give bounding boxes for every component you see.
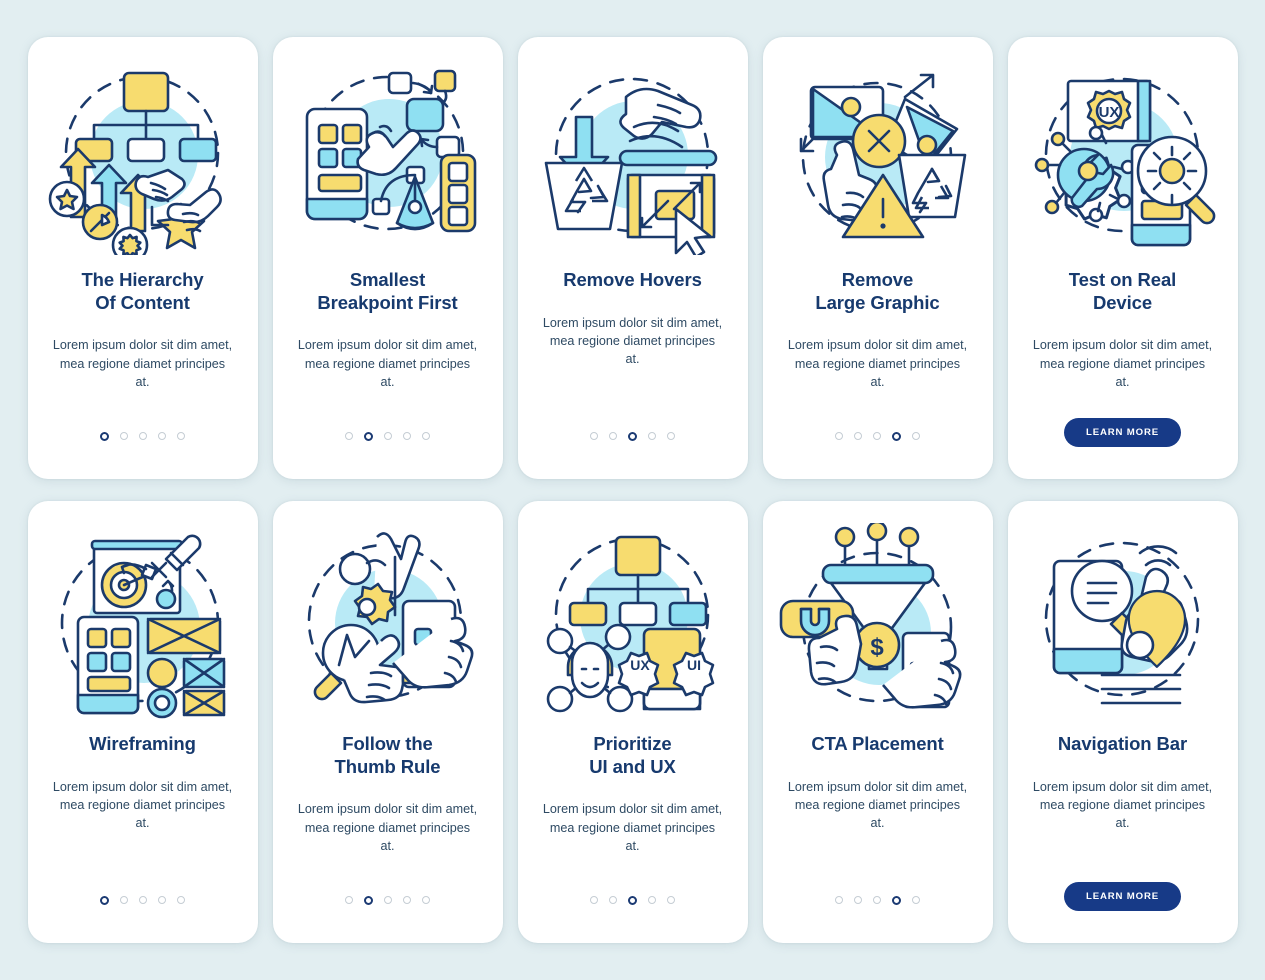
pagination-dot-active[interactable] [628,431,637,441]
pagination-dot[interactable] [609,896,617,904]
breakpoint-phone-pen-tool-icon [284,59,492,255]
funnel-magnet-dollar-phone-icon: $ [774,523,982,719]
card-title: The Hierarchy Of Content [81,269,204,313]
pagination-dot[interactable] [667,896,675,904]
pagination-dot[interactable] [873,432,881,440]
pagination-dot[interactable] [345,896,353,904]
ux-gear-magnifier-device-icon: UX [1019,59,1227,255]
onboarding-card-navigation-bar: Navigation Bar Lorem ipsum dolor sit dim… [1007,501,1238,943]
pagination-dot-active[interactable] [100,431,109,441]
svg-text:UX: UX [630,657,650,673]
pagination-dot-active[interactable] [100,895,109,905]
card-body-text: Lorem ipsum dolor sit dim amet, mea regi… [787,779,968,831]
card-body-text: Lorem ipsum dolor sit dim amet, mea regi… [52,338,233,389]
onboarding-card-cta-placement: $ CTA Placement Lorem ipsum dolor sit di… [762,501,993,943]
onboarding-card-prioritize-ui-and-ux: UX UI Prioritize UI and UX Lorem ipsum d… [517,501,748,943]
pagination-dot[interactable] [854,896,862,904]
pagination-dot[interactable] [384,896,392,904]
pagination-dot[interactable] [177,896,185,904]
pagination-dot-active[interactable] [892,431,901,441]
pagination-dot[interactable] [158,432,166,440]
hand-trash-cursor-icon [529,59,737,255]
onboarding-card-remove-hovers: Remove Hovers Lorem ipsum dolor sit dim … [517,37,748,479]
card-title: Follow the Thumb Rule [334,733,441,777]
onboarding-card-wireframing: Wireframing Lorem ipsum dolor sit dim am… [27,501,258,943]
card-title: Remove Hovers [563,269,702,290]
pagination-dot[interactable] [139,432,147,440]
pagination-dot[interactable] [422,896,430,904]
card-body-text: Lorem ipsum dolor sit dim amet, mea regi… [787,338,968,389]
pagination-dot[interactable] [403,896,411,904]
pagination-dot[interactable] [139,896,147,904]
svg-text:UX: UX [1099,104,1120,121]
pagination-dot[interactable] [609,432,617,440]
card-title: Smallest Breakpoint First [317,269,458,313]
onboarding-card-hierarchy-of-content: The Hierarchy Of Content Lorem ipsum dol… [27,37,258,479]
card-title: Wireframing [89,733,196,754]
pagination-dot[interactable] [912,432,920,440]
onboarding-screens-grid: The Hierarchy Of Content Lorem ipsum dol… [0,0,1265,980]
pagination-dot[interactable] [590,432,598,440]
phone-search-pointer-pin-icon [1019,523,1227,719]
pagination-dot[interactable] [912,896,920,904]
svg-text:UI: UI [687,657,701,673]
card-body-text: Lorem ipsum dolor sit dim amet, mea regi… [297,338,478,389]
pagination-dots[interactable] [590,889,675,911]
card-body-text: Lorem ipsum dolor sit dim amet, mea regi… [1032,338,1213,389]
pagination-dots[interactable] [345,425,430,447]
pagination-dot[interactable] [384,432,392,440]
pagination-dots[interactable] [100,425,185,447]
pagination-dot[interactable] [120,432,128,440]
pagination-dot[interactable] [590,896,598,904]
card-title: Test on Real Device [1068,269,1177,313]
pagination-dot[interactable] [835,432,843,440]
pagination-dot-active[interactable] [628,895,637,905]
card-title: Remove Large Graphic [815,269,940,313]
learn-more-button[interactable]: LEARN MORE [1064,418,1181,447]
images-delete-warning-icon [774,59,982,255]
onboarding-card-remove-large-graphic: Remove Large Graphic Lorem ipsum dolor s… [762,37,993,479]
pagination-dots[interactable] [835,425,920,447]
pagination-dot[interactable] [158,896,166,904]
card-title: CTA Placement [811,733,944,754]
pagination-dot[interactable] [177,432,185,440]
pagination-dot-active[interactable] [892,895,901,905]
card-title: Prioritize UI and UX [589,733,676,777]
pagination-dot-active[interactable] [364,431,373,441]
onboarding-card-follow-the-thumb-rule: Follow the Thumb Rule Lorem ipsum dolor … [272,501,503,943]
card-body-text: Lorem ipsum dolor sit dim amet, mea regi… [542,802,723,853]
pagination-dot[interactable] [873,896,881,904]
learn-more-button[interactable]: LEARN MORE [1064,882,1181,911]
pagination-dots[interactable] [345,889,430,911]
pagination-dots[interactable] [100,889,185,911]
pagination-dots[interactable] [835,889,920,911]
pagination-dot[interactable] [345,432,353,440]
pagination-dot[interactable] [667,432,675,440]
svg-text:$: $ [870,634,884,661]
pagination-dot[interactable] [120,896,128,904]
card-body-text: Lorem ipsum dolor sit dim amet, mea regi… [1032,779,1213,831]
pagination-dot-active[interactable] [364,895,373,905]
card-body-text: Lorem ipsum dolor sit dim amet, mea regi… [52,779,233,831]
onboarding-card-test-on-real-device: UX Test on Real Device Lorem ipsum dolor… [1007,37,1238,479]
card-body-text: Lorem ipsum dolor sit dim amet, mea regi… [297,802,478,853]
pagination-dot[interactable] [422,432,430,440]
user-network-ux-ui-gears-icon: UX UI [529,523,737,719]
pagination-dot[interactable] [648,896,656,904]
pagination-dot[interactable] [403,432,411,440]
pagination-dot[interactable] [854,432,862,440]
thumb-phone-gear-magnifier-icon [284,523,492,719]
pagination-dot[interactable] [648,432,656,440]
card-title: Navigation Bar [1057,733,1188,754]
content-hierarchy-tree-arrows-icon [39,59,247,255]
pagination-dots[interactable] [590,425,675,447]
wireframe-blocks-pencil-icon [39,523,247,719]
pagination-dot[interactable] [835,896,843,904]
card-body-text: Lorem ipsum dolor sit dim amet, mea regi… [542,315,723,367]
onboarding-card-smallest-breakpoint-first: Smallest Breakpoint First Lorem ipsum do… [272,37,503,479]
